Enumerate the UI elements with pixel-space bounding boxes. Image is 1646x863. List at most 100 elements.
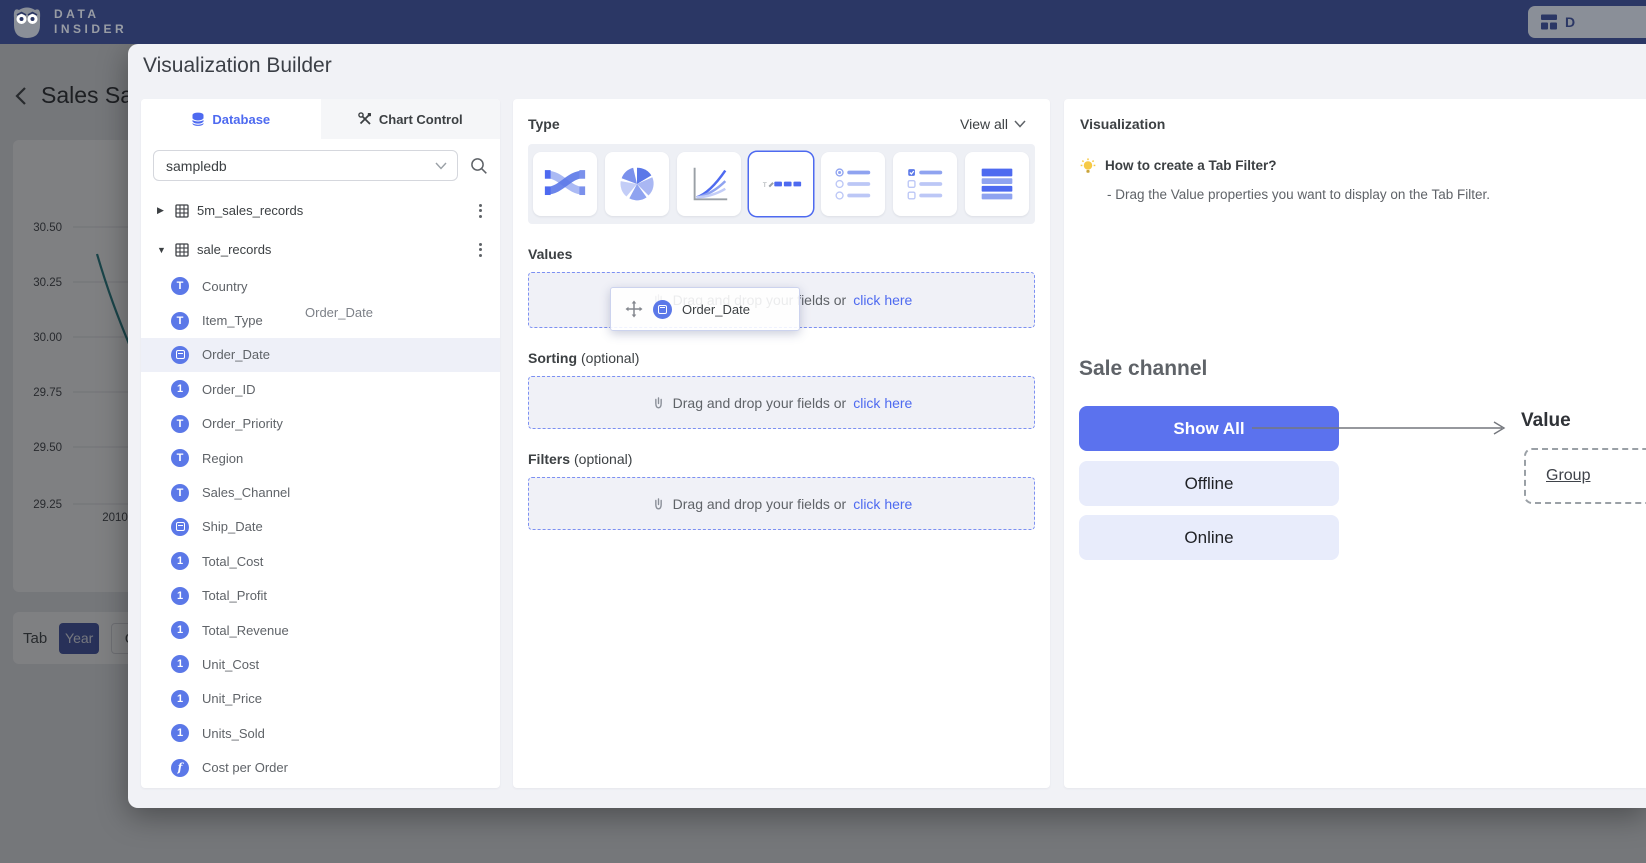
chart-type-single-select[interactable] <box>821 152 885 216</box>
sorting-click-here-link[interactable]: click here <box>853 395 912 411</box>
view-all-button[interactable]: View all <box>960 116 1026 132</box>
tab-chart-control[interactable]: Chart Control <box>321 99 501 139</box>
view-all-label: View all <box>960 116 1008 132</box>
field-item-ship-date[interactable]: Ship_Date <box>141 510 500 544</box>
field-label: Total_Revenue <box>202 623 289 638</box>
date-field-icon <box>653 300 672 319</box>
database-select[interactable]: sampledb <box>153 150 458 181</box>
field-item-total-profit[interactable]: 1 Total_Profit <box>141 579 500 613</box>
field-item-total-cost[interactable]: 1Total_Cost <box>141 544 500 578</box>
sorting-section-label: Sorting(optional) <box>528 350 1035 366</box>
field-item-unit-price[interactable]: 1Unit_Price <box>141 682 500 716</box>
dashboard-button[interactable]: D <box>1528 6 1646 38</box>
filters-section-label: Filters(optional) <box>528 451 1035 467</box>
owl-logo-icon <box>8 3 46 41</box>
text-field-icon: T <box>171 415 189 433</box>
number-field-icon: 1 <box>171 690 189 708</box>
svg-text:T: T <box>763 182 767 189</box>
offline-button[interactable]: Offline <box>1079 461 1339 506</box>
dragged-field-chip[interactable]: Order_Date <box>610 287 800 331</box>
caret-down-icon[interactable]: ▼ <box>157 245 173 255</box>
field-label: Cost per Order <box>202 760 288 775</box>
text-field-icon: T <box>171 449 189 467</box>
text-field-icon: T <box>171 312 189 330</box>
show-all-button[interactable]: Show All <box>1079 406 1339 451</box>
field-label: Order_Date <box>202 347 270 362</box>
values-section-label: Values <box>528 246 1035 262</box>
annotation-dashed-box: Group <box>1524 448 1646 504</box>
sorting-dropzone[interactable]: Drag and drop your fields or click here <box>528 376 1035 429</box>
caret-right-icon[interactable]: ▶ <box>157 205 173 216</box>
visualization-header: Visualization <box>1080 116 1630 132</box>
field-label: Sales_Channel <box>202 485 290 500</box>
field-item-total-revenue[interactable]: 1 Total_Revenue <box>141 613 500 647</box>
field-item-sales-channel[interactable]: T Sales_Channel <box>141 475 500 509</box>
field-item-item-type[interactable]: T Item_Type <box>141 303 500 337</box>
field-item-order-id[interactable]: 1 Order_ID <box>141 372 500 406</box>
hint-block: How to create a Tab Filter? <box>1080 158 1630 175</box>
text-field-icon: T <box>171 484 189 502</box>
builder-panel: Type View all <box>513 99 1050 788</box>
table-name: 5m_sales_records <box>197 203 475 218</box>
field-item-order-date[interactable]: Order_Date <box>141 338 500 372</box>
filters-click-here-link[interactable]: click here <box>853 496 912 512</box>
chart-type-tab-filter[interactable]: T <box>749 152 813 216</box>
dragged-chip-label: Order_Date <box>682 302 750 317</box>
kebab-menu-icon[interactable] <box>475 200 486 222</box>
sankey-icon <box>542 161 588 207</box>
field-item-units-sold[interactable]: 1 Units_Sold <box>141 716 500 750</box>
field-item-region[interactable]: TRegion <box>141 441 500 475</box>
modal-title: Visualization Builder <box>143 54 332 78</box>
formula-field-icon: f <box>171 759 189 777</box>
kebab-menu-icon[interactable] <box>475 239 486 261</box>
field-item-cost-per-order[interactable]: f Cost per Order <box>141 750 500 784</box>
table-row-sale-records[interactable]: ▼ sale_records <box>141 230 500 269</box>
field-item-order-priority[interactable]: TOrder_Priority <box>141 407 500 441</box>
number-field-icon: 1 <box>171 587 189 605</box>
chart-type-table[interactable] <box>965 152 1029 216</box>
drag-hand-icon <box>651 496 666 512</box>
search-icon[interactable] <box>470 157 488 175</box>
group-link[interactable]: Group <box>1546 467 1590 485</box>
visualization-panel: Visualization How to create a Tab Filter… <box>1064 99 1646 788</box>
field-item-unit-cost[interactable]: 1Unit_Cost <box>141 647 500 681</box>
chart-type-line[interactable] <box>677 152 741 216</box>
date-field-icon <box>171 518 189 536</box>
number-field-icon: 1 <box>171 552 189 570</box>
visualization-builder-modal: Visualization Builder Database Chart C <box>128 44 1646 808</box>
chart-type-sankey[interactable] <box>533 152 597 216</box>
annotation-heading: Value <box>1521 410 1571 432</box>
tools-icon <box>358 112 372 126</box>
date-field-icon <box>171 346 189 364</box>
field-label: Units_Sold <box>202 726 265 741</box>
number-field-icon: 1 <box>171 621 189 639</box>
number-field-icon: 1 <box>171 724 189 742</box>
chart-type-strip: T <box>528 144 1035 224</box>
database-panel: Database Chart Control sampledb <box>141 99 500 788</box>
schema-tree: ▶ 5m_sales_records ▼ sale_records TCount… <box>141 181 500 785</box>
table-row-5m-sales-records[interactable]: ▶ 5m_sales_records <box>141 191 500 230</box>
filters-dropzone[interactable]: Drag and drop your fields or click here <box>528 477 1035 530</box>
database-search-row: sampledb <box>153 150 488 181</box>
chart-type-multi-select[interactable] <box>893 152 957 216</box>
hint-body: - Drag the Value properties you want to … <box>1107 187 1646 202</box>
field-label: Country <box>202 279 248 294</box>
move-icon <box>625 300 643 318</box>
chart-type-pie[interactable] <box>605 152 669 216</box>
field-item-country[interactable]: TCountry <box>141 269 500 303</box>
online-button[interactable]: Online <box>1079 515 1339 560</box>
tab-database[interactable]: Database <box>141 99 321 139</box>
number-field-icon: 1 <box>171 380 189 398</box>
field-label: Item_Type <box>202 313 263 328</box>
hint-title: How to create a Tab Filter? <box>1105 158 1277 175</box>
field-label: Unit_Cost <box>202 657 259 672</box>
sorting-placeholder: Drag and drop your fields or <box>673 395 847 411</box>
radio-list-icon <box>830 161 876 207</box>
values-click-here-link[interactable]: click here <box>853 292 912 308</box>
field-label: Order_ID <box>202 382 255 397</box>
widget-title: Sale channel <box>1079 357 1207 381</box>
field-label: Total_Profit <box>202 588 267 603</box>
left-panel-tabs: Database Chart Control <box>141 99 500 139</box>
top-navbar: DATA INSIDER D <box>0 0 1646 44</box>
brand-text: DATA INSIDER <box>54 7 127 37</box>
